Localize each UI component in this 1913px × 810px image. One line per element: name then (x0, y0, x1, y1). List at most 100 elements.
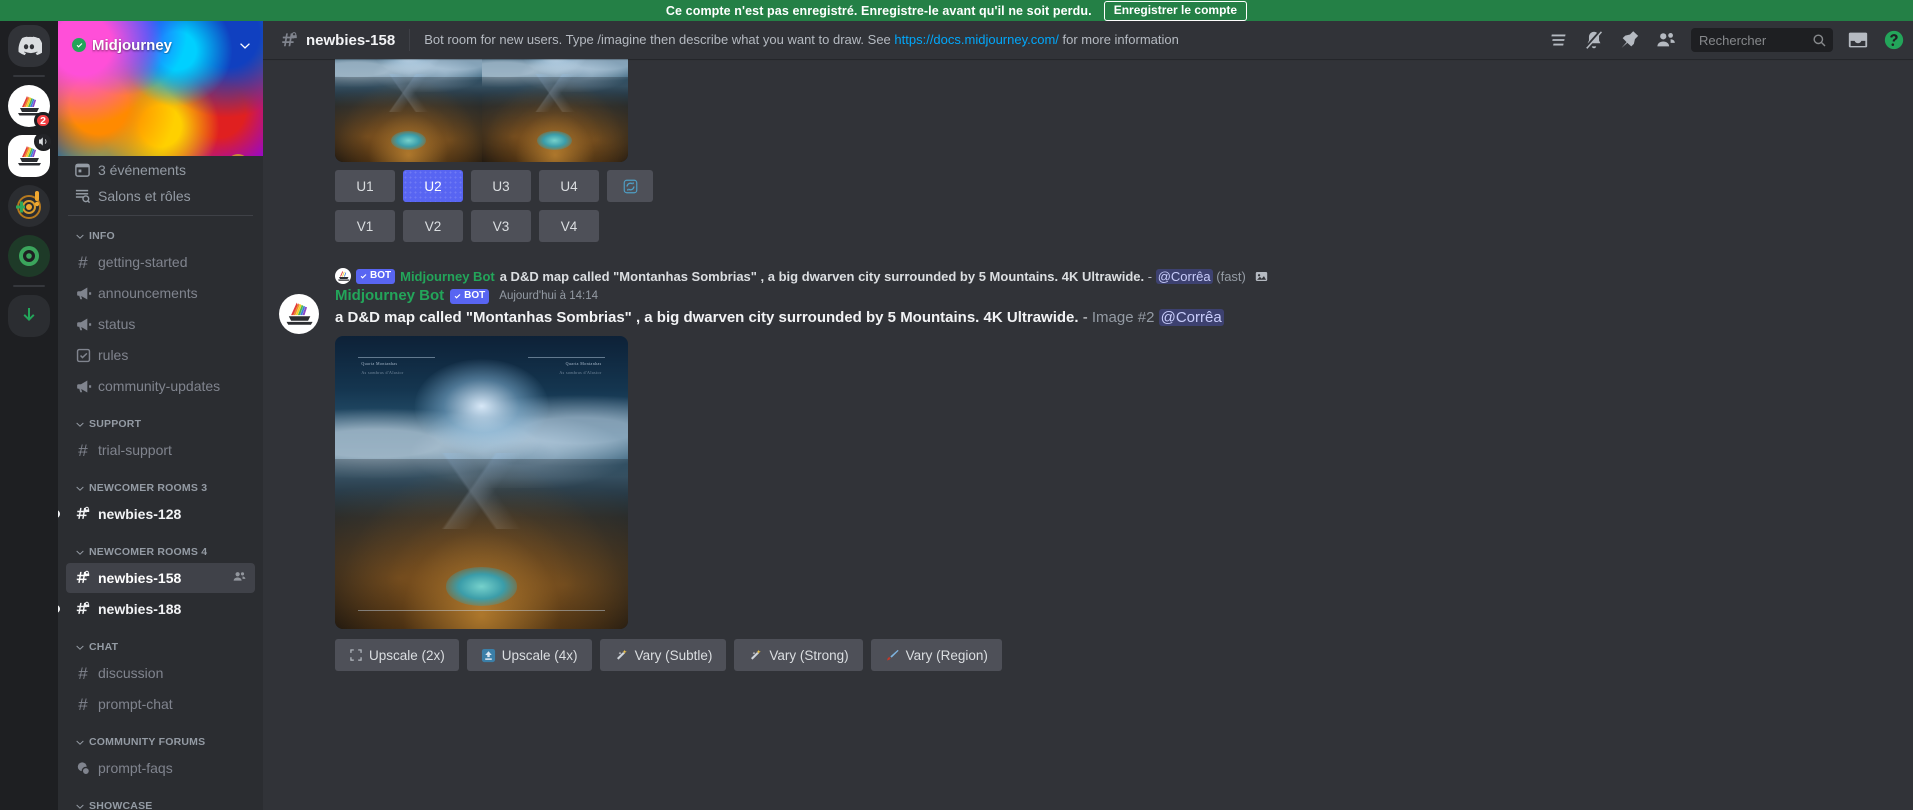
guild-item-midjourney-2[interactable] (8, 132, 53, 177)
grid-image-attachment[interactable] (335, 59, 628, 162)
grid-cell-4[interactable] (481, 59, 628, 162)
notifications-muted-icon[interactable] (1583, 29, 1605, 51)
reply-mention[interactable]: @Corrêa (1155, 268, 1213, 284)
category-label: NEWCOMER ROOMS 4 (89, 546, 208, 558)
unread-indicator (58, 510, 60, 518)
channel-item-community-updates[interactable]: community-updates (66, 371, 255, 401)
pinned-messages-icon[interactable] (1619, 29, 1641, 51)
category-label: INFO (89, 230, 115, 242)
verified-check-icon (454, 293, 461, 299)
category-support[interactable]: SUPPORT (66, 402, 255, 434)
mj-action-vary-subtle[interactable]: Vary (Subtle) (599, 639, 727, 671)
category-info[interactable]: INFO (66, 222, 255, 246)
channel-item-label: prompt-faqs (98, 760, 173, 776)
rules-icon (74, 347, 92, 364)
channel-item-discussion[interactable]: # discussion (66, 658, 255, 688)
mj-button-u1[interactable]: U1 (335, 170, 395, 202)
mj-button-u4[interactable]: U4 (539, 170, 599, 202)
category-label: COMMUNITY FORUMS (89, 736, 206, 748)
category-showcase[interactable]: SHOWCASE (66, 784, 255, 810)
guild-item-download-apps[interactable] (8, 295, 50, 337)
channel-item-prompt-chat[interactable]: # prompt-chat (66, 689, 255, 719)
avatar[interactable] (279, 294, 319, 334)
generated-image-attachment[interactable]: Quarta Montanhas As sombras d'Alastor Qu… (335, 336, 628, 629)
server-header[interactable]: Midjourney (58, 21, 263, 69)
channel-item-announcements[interactable]: announcements (66, 278, 255, 308)
banner-message: Ce compte n'est pas enregistré. Enregist… (665, 3, 1092, 18)
mj-button-v3[interactable]: V3 (471, 210, 531, 242)
mj-button-reroll-icon[interactable] (607, 170, 653, 202)
header-actions: Rechercher (1547, 28, 1905, 52)
hash-icon: # (78, 663, 88, 683)
grid-cell-3[interactable] (335, 59, 482, 162)
reply-author[interactable]: Midjourney Bot (400, 269, 495, 284)
guild-item-home-discord[interactable] (8, 25, 50, 67)
threads-icon[interactable] (1547, 29, 1569, 51)
category-label: SUPPORT (89, 418, 142, 430)
category-chat[interactable]: CHAT (66, 625, 255, 657)
mj-action-vary-region[interactable]: Vary (Region) (870, 639, 1002, 671)
message-timestamp: Aujourd'hui à 14:14 (499, 290, 599, 302)
channel-item-newbies-188[interactable]: newbies-188 (58, 594, 255, 624)
button-label: V3 (492, 218, 510, 234)
category-newcomer-rooms-4[interactable]: NEWCOMER ROOMS 4 (66, 530, 255, 562)
nav-item-events[interactable]: 3 événements (66, 157, 255, 182)
register-account-button[interactable]: Enregistrer le compte (1103, 0, 1248, 21)
mj-button-u3[interactable]: U3 (471, 170, 531, 202)
channel-topic[interactable]: Bot room for new users. Type /imagine th… (424, 32, 1535, 48)
brush-icon (885, 648, 900, 663)
channel-item-label: prompt-chat (98, 696, 173, 712)
wand-sparkle-icon (751, 649, 762, 660)
members-icon[interactable] (232, 569, 247, 587)
category-newcomer-rooms-3[interactable]: NEWCOMER ROOMS 3 (66, 466, 255, 498)
message-author[interactable]: Midjourney Bot (335, 286, 444, 306)
mj-button-v1[interactable]: V1 (335, 210, 395, 242)
expand-icon (349, 648, 363, 662)
inbox-icon[interactable] (1847, 29, 1869, 51)
nav-item-channels-roles[interactable]: Salons et rôles (66, 183, 255, 208)
chevron-down-icon[interactable] (237, 37, 253, 53)
guild-item-midjourney-1[interactable]: 2 (8, 85, 52, 129)
reply-reference[interactable]: BOT Midjourney Bot a D&D map called "Mon… (335, 266, 1865, 286)
search-input[interactable]: Rechercher (1691, 28, 1833, 52)
help-icon[interactable] (1883, 29, 1905, 51)
channel-topic-link[interactable]: https://docs.midjourney.com/ (894, 32, 1059, 47)
reply-bot-tag: BOT (356, 268, 396, 284)
channel-item-status[interactable]: status (66, 309, 255, 339)
mj-button-v2[interactable]: V2 (403, 210, 463, 242)
button-label: U4 (560, 178, 578, 194)
channel-item-label: newbies-128 (98, 506, 182, 522)
guild-item-target-server[interactable] (8, 185, 50, 227)
hash-lock-icon (74, 505, 92, 523)
channel-item-newbies-128[interactable]: newbies-128 (58, 499, 255, 529)
channel-item-label: rules (98, 347, 129, 363)
member-list-icon[interactable] (1655, 29, 1677, 51)
channel-list[interactable]: 3 événements Salons et rôles INFO # gettin… (58, 156, 263, 810)
message-list[interactable]: U1 U2 U3 U4 V1 V2 V3 V4 BOT Midjourney B… (263, 59, 1913, 810)
button-label: Vary (Region) (905, 647, 988, 663)
channel-item-getting-started[interactable]: # getting-started (66, 247, 255, 277)
message-mention[interactable]: @Corrêa (1158, 309, 1224, 326)
download-arrow-icon (23, 308, 35, 321)
guild-item-green-server[interactable] (8, 235, 50, 277)
channel-item-newbies-158[interactable]: newbies-158 (66, 563, 255, 593)
mj-action-upscale-2x[interactable]: Upscale (2x) (335, 639, 459, 671)
mj-button-v4[interactable]: V4 (539, 210, 599, 242)
mj-action-upscale-4x[interactable]: Upscale (4x) (466, 639, 592, 671)
category-label: SHOWCASE (89, 800, 153, 810)
mj-action-vary-strong[interactable]: Vary (Strong) (734, 639, 863, 671)
mj-button-u2[interactable]: U2 (403, 170, 463, 202)
expand-icon (350, 649, 362, 661)
channel-item-trial-support[interactable]: # trial-support (66, 435, 255, 465)
unregistered-account-banner: Ce compte n'est pas enregistré. Enregist… (0, 0, 1913, 21)
category-community-forums[interactable]: COMMUNITY FORUMS (66, 720, 255, 752)
channel-item-label: discussion (98, 665, 164, 681)
channel-item-prompt-faqs[interactable]: prompt-faqs (66, 753, 255, 783)
message-prompt: a D&D map called "Montanhas Sombrias" , … (335, 309, 1079, 326)
bot-tag: BOT (450, 288, 490, 304)
channel-item-rules[interactable]: rules (66, 340, 255, 370)
channel-item-label: newbies-188 (98, 601, 182, 617)
reroll-icon (623, 179, 638, 194)
speaker-mute-icon (39, 137, 47, 146)
channel-header-title: newbies-158 (306, 31, 396, 49)
